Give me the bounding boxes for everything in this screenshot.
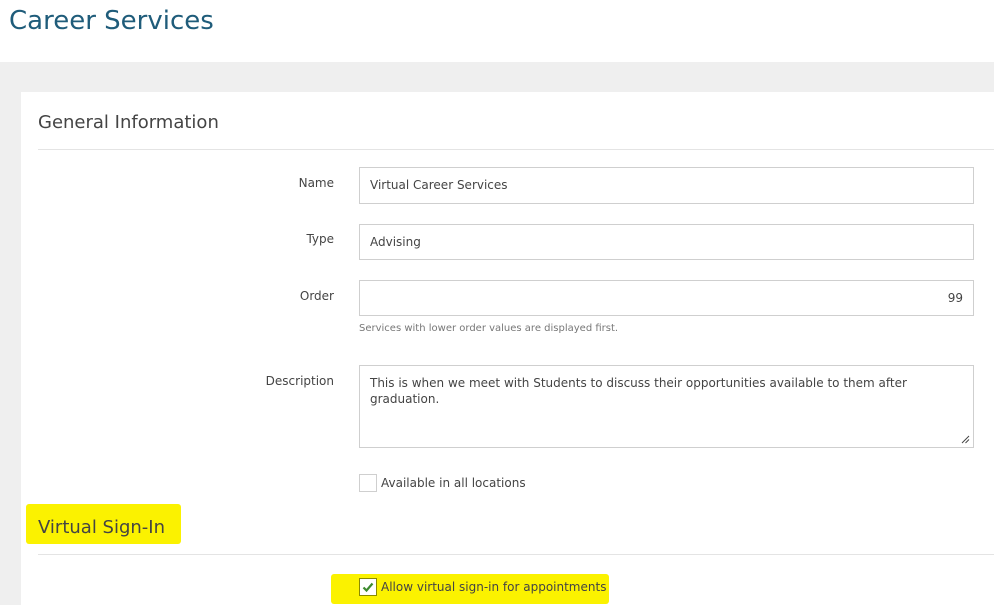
page-title: Career Services <box>9 6 214 36</box>
description-text: This is when we meet with Students to di… <box>370 376 907 406</box>
section-divider <box>38 554 994 555</box>
description-label: Description <box>265 374 334 388</box>
form-panel: General Information Name Virtual Career … <box>21 92 994 605</box>
type-label: Type <box>306 232 334 246</box>
order-help-text: Services with lower order values are dis… <box>359 323 619 334</box>
section-divider <box>38 149 994 150</box>
order-input[interactable]: 99 <box>359 280 974 316</box>
available-all-locations-label[interactable]: Available in all locations <box>381 476 526 490</box>
virtual-sign-in-heading: Virtual Sign-In <box>38 517 166 538</box>
name-label: Name <box>298 176 334 190</box>
allow-virtual-sign-in-checkbox[interactable] <box>359 578 377 596</box>
resize-grip-icon[interactable] <box>961 435 970 444</box>
description-textarea[interactable]: This is when we meet with Students to di… <box>359 365 974 448</box>
allow-virtual-sign-in-label[interactable]: Allow virtual sign-in for appointments <box>381 580 606 594</box>
general-information-heading: General Information <box>38 112 219 133</box>
type-input[interactable]: Advising <box>359 224 974 260</box>
available-all-locations-checkbox[interactable] <box>359 474 377 492</box>
check-icon <box>362 582 374 593</box>
order-label: Order <box>299 289 334 303</box>
name-input[interactable]: Virtual Career Services <box>359 167 974 204</box>
